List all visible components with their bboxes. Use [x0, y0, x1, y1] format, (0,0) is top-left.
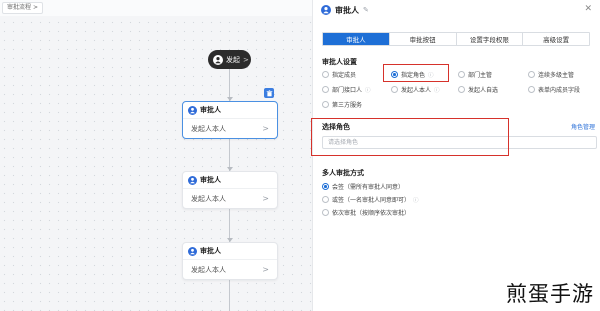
user-icon: [188, 246, 197, 256]
option-initiator-self[interactable]: 发起人本人 ⓘ: [391, 85, 440, 94]
node-header: 审批人: [183, 102, 277, 119]
chevron-right-icon: >: [243, 55, 249, 64]
option-or-sign[interactable]: 或签（一名审批人同意即可） ⓘ: [322, 195, 419, 204]
flow-canvas[interactable]: 审批流程 > 发起 > 审批人 发起人本人 > 审批人 发起人本人 > 审批人 …: [0, 0, 312, 311]
radio-button[interactable]: [322, 183, 329, 190]
radio-button[interactable]: [458, 86, 465, 93]
user-icon: [188, 105, 197, 115]
radio-button[interactable]: [322, 101, 329, 108]
watermark-text: 煎蛋手游: [506, 282, 594, 306]
option-multi-level-head[interactable]: 连续多级主管: [528, 70, 574, 79]
info-icon: ⓘ: [434, 87, 440, 94]
option-label: 依次审批（按顺序依次审批）: [332, 210, 411, 217]
option-label: 指定成员: [332, 72, 357, 79]
approver-node[interactable]: 审批人 发起人本人 >: [182, 242, 278, 280]
approver-node[interactable]: 审批人 发起人本人 >: [182, 101, 278, 139]
info-icon: ⓘ: [365, 87, 371, 94]
start-node-label: 发起: [226, 55, 240, 64]
panel-title: 审批人: [335, 5, 359, 15]
chevron-right-icon: >: [262, 124, 269, 133]
highlight-box: [311, 118, 509, 156]
edit-icon[interactable]: ✎: [363, 6, 369, 14]
radio-button[interactable]: [322, 196, 329, 203]
canvas-top-bar: 审批流程 >: [0, 0, 312, 16]
option-department-contact[interactable]: 部门接口人 ⓘ: [322, 85, 371, 94]
approver-node[interactable]: 审批人 发起人本人 >: [182, 171, 278, 209]
option-label: 部门接口人: [332, 87, 363, 94]
close-icon[interactable]: ✕: [584, 4, 592, 14]
delete-icon[interactable]: [264, 88, 274, 98]
option-label: 连续多级主管: [538, 72, 575, 79]
connector-line: [229, 280, 230, 311]
node-header: 审批人: [183, 243, 277, 260]
breadcrumb-label: 审批流程: [7, 4, 32, 11]
option-label: 发起人自选: [468, 87, 499, 94]
node-body: 发起人本人 >: [183, 189, 277, 208]
node-subtitle: 发起人本人: [191, 194, 226, 203]
radio-button[interactable]: [528, 86, 535, 93]
user-icon: [213, 54, 223, 65]
tab-field-permissions[interactable]: 设置字段权限: [457, 33, 524, 45]
breadcrumb[interactable]: 审批流程 >: [2, 2, 44, 14]
option-specified-member[interactable]: 指定成员: [322, 70, 356, 79]
node-subtitle: 发起人本人: [191, 265, 226, 274]
option-third-party-service[interactable]: 第三方服务: [322, 100, 362, 109]
option-countersign[interactable]: 会签（需所有审批人同意）: [322, 182, 404, 191]
multi-approval-title: 多人审批方式: [322, 169, 364, 177]
chevron-right-icon: >: [262, 194, 269, 203]
radio-button[interactable]: [322, 71, 329, 78]
tab-advanced-settings[interactable]: 高级设置: [523, 33, 589, 45]
settings-panel: 审批人 ✎ ✕ 审批人 审批按钮 设置字段权限 高级设置 审批人设置 指定成员 …: [311, 0, 600, 311]
highlight-box: [383, 64, 449, 82]
chevron-right-icon: >: [33, 4, 39, 11]
radio-button[interactable]: [528, 71, 535, 78]
node-title: 审批人: [200, 106, 221, 114]
tab-approver[interactable]: 审批人: [323, 33, 390, 45]
radio-button[interactable]: [322, 209, 329, 216]
option-sequential[interactable]: 依次审批（按顺序依次审批）: [322, 208, 410, 217]
option-label: 发起人本人: [401, 87, 432, 94]
user-icon: [188, 175, 197, 185]
option-label: 表单内成员字段: [538, 87, 581, 94]
option-label: 第三方服务: [332, 102, 363, 109]
radio-button[interactable]: [322, 86, 329, 93]
node-title: 审批人: [200, 176, 221, 184]
chevron-right-icon: >: [262, 265, 269, 274]
user-icon: [321, 5, 331, 15]
node-body: 发起人本人 >: [183, 260, 277, 279]
option-department-head[interactable]: 部门主管: [458, 70, 492, 79]
radio-button[interactable]: [391, 86, 398, 93]
info-icon: ⓘ: [413, 197, 419, 204]
node-title: 审批人: [200, 247, 221, 255]
start-node[interactable]: 发起 >: [208, 50, 251, 69]
node-header: 审批人: [183, 172, 277, 189]
panel-tabs: 审批人 审批按钮 设置字段权限 高级设置: [322, 32, 590, 46]
node-body: 发起人本人 >: [183, 119, 277, 138]
node-subtitle: 发起人本人: [191, 124, 226, 133]
radio-button[interactable]: [458, 71, 465, 78]
option-initiator-choice[interactable]: 发起人自选: [458, 85, 498, 94]
panel-header: 审批人 ✎: [321, 3, 369, 17]
option-label: 会签（需所有审批人同意）: [332, 184, 405, 191]
role-manage-link[interactable]: 角色管理: [571, 122, 595, 131]
option-label: 部门主管: [468, 72, 493, 79]
approver-settings-title: 审批人设置: [322, 58, 357, 66]
tab-approval-buttons[interactable]: 审批按钮: [390, 33, 457, 45]
option-label: 或签（一名审批人同意即可）: [332, 197, 411, 204]
option-form-member-field[interactable]: 表单内成员字段: [528, 85, 580, 94]
